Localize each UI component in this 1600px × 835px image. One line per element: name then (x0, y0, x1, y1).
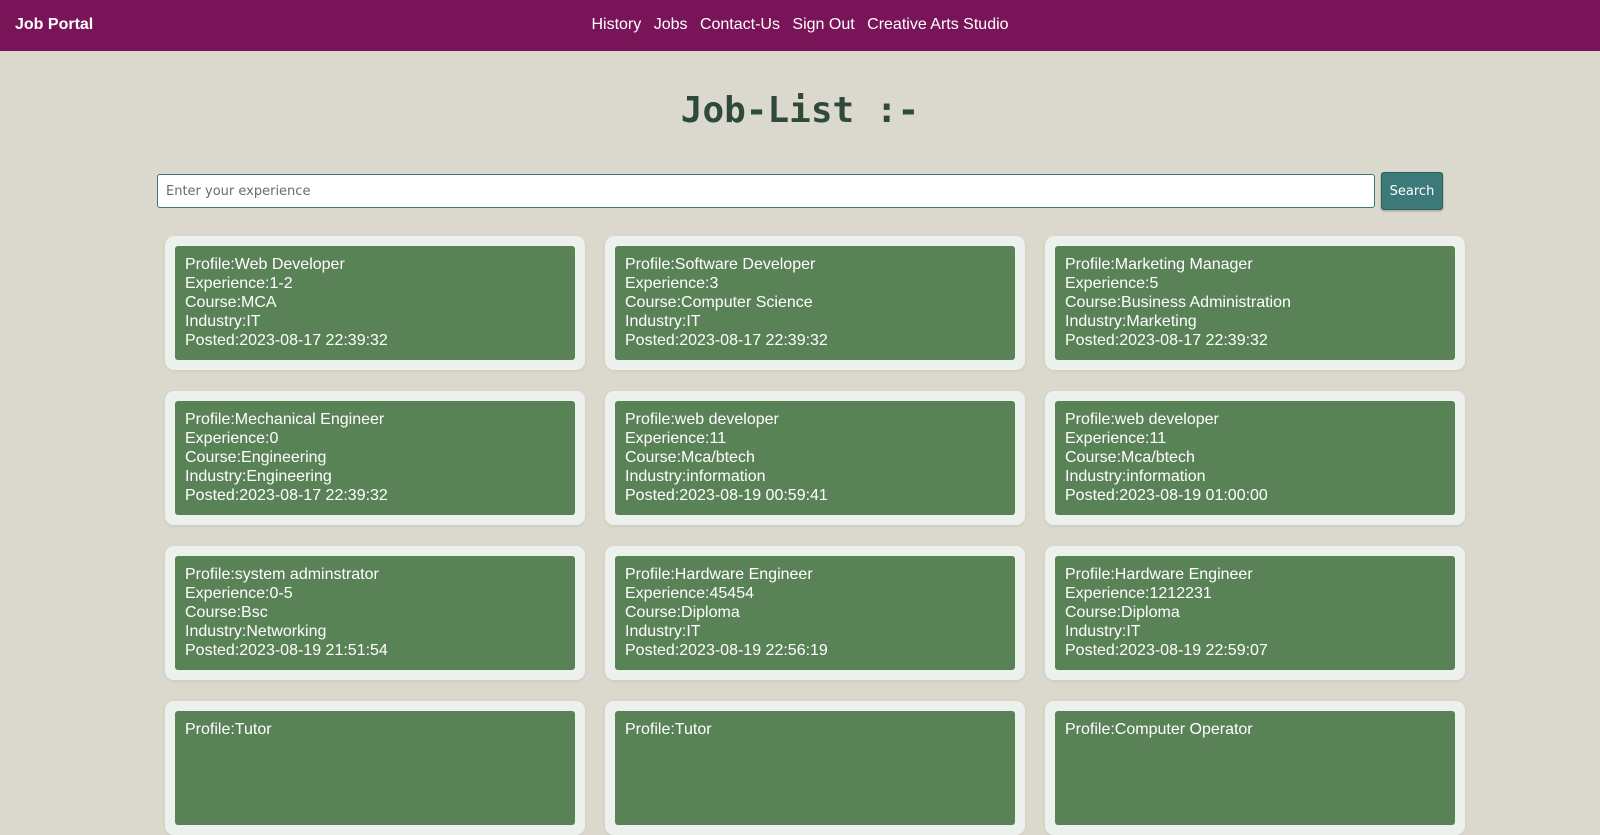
job-card[interactable]: Profile:Hardware Engineer Experience:454… (605, 546, 1025, 680)
job-course: Course:Engineering (185, 449, 327, 466)
job-posted: Posted:2023-08-17 22:39:32 (625, 332, 828, 349)
experience-search-input[interactable] (157, 174, 1375, 208)
job-posted: Posted:2023-08-17 22:39:32 (185, 332, 388, 349)
job-profile: Profile:web developer (625, 411, 779, 428)
job-card-body: Profile:system adminstrator Experience:0… (175, 556, 575, 670)
job-industry: Industry:Marketing (1065, 313, 1197, 330)
job-industry: Industry:IT (1065, 623, 1141, 640)
job-profile: Profile:Hardware Engineer (625, 566, 813, 583)
job-posted: Posted:2023-08-17 22:39:32 (1065, 332, 1268, 349)
job-card-body: Profile:Tutor (175, 711, 575, 825)
job-card-body: Profile:Hardware Engineer Experience:121… (1055, 556, 1455, 670)
job-experience: Experience:1212231 (1065, 585, 1212, 602)
job-profile: Profile:Web Developer (185, 256, 345, 273)
job-experience: Experience:45454 (625, 585, 754, 602)
job-card-body: Profile:web developer Experience:11 Cour… (615, 401, 1015, 515)
job-profile: Profile:Mechanical Engineer (185, 411, 385, 428)
job-course: Course:MCA (185, 294, 277, 311)
nav-link-contact-us[interactable]: Contact-Us (700, 16, 780, 33)
job-profile: Profile:system adminstrator (185, 566, 379, 583)
job-industry: Industry:IT (625, 623, 701, 640)
top-navbar: Job Portal History Jobs Contact-Us Sign … (0, 0, 1600, 51)
job-experience: Experience:0-5 (185, 585, 293, 602)
job-card-body: Profile:web developer Experience:11 Cour… (1055, 401, 1455, 515)
job-experience: Experience:3 (625, 275, 719, 292)
job-industry: Industry:Engineering (185, 468, 332, 485)
page-title: Job-List :- (680, 90, 920, 131)
job-card[interactable]: Profile:Web Developer Experience:1-2 Cou… (165, 236, 585, 370)
job-card[interactable]: Profile:Software Developer Experience:3 … (605, 236, 1025, 370)
job-course: Course:Diploma (625, 604, 740, 621)
job-card[interactable]: Profile:Hardware Engineer Experience:121… (1045, 546, 1465, 680)
nav-links: History Jobs Contact-Us Sign Out Creativ… (0, 16, 1600, 34)
job-card[interactable]: Profile:Marketing Manager Experience:5 C… (1045, 236, 1465, 370)
job-profile: Profile:Hardware Engineer (1065, 566, 1253, 583)
job-card-body: Profile:Computer Operator (1055, 711, 1455, 825)
job-posted: Posted:2023-08-19 21:51:54 (185, 642, 388, 659)
job-industry: Industry:information (625, 468, 766, 485)
job-course: Course:Diploma (1065, 604, 1180, 621)
job-course: Course:Bsc (185, 604, 268, 621)
job-card[interactable]: Profile:Computer Operator (1045, 701, 1465, 835)
job-profile: Profile:Tutor (625, 721, 712, 738)
job-experience: Experience:5 (1065, 275, 1159, 292)
nav-link-creative-arts-studio[interactable]: Creative Arts Studio (867, 16, 1008, 33)
job-industry: Industry:IT (185, 313, 261, 330)
job-experience: Experience:0 (185, 430, 279, 447)
job-card[interactable]: Profile:web developer Experience:11 Cour… (605, 391, 1025, 525)
nav-link-sign-out[interactable]: Sign Out (792, 16, 854, 33)
job-card-body: Profile:Mechanical Engineer Experience:0… (175, 401, 575, 515)
job-profile: Profile:Computer Operator (1065, 721, 1253, 738)
job-card[interactable]: Profile:Tutor (165, 701, 585, 835)
job-course: Course:Mca/btech (625, 449, 755, 466)
nav-link-jobs[interactable]: Jobs (654, 16, 688, 33)
nav-link-history[interactable]: History (591, 16, 641, 33)
job-industry: Industry:information (1065, 468, 1206, 485)
search-row: Search (157, 172, 1443, 210)
job-profile: Profile:Marketing Manager (1065, 256, 1253, 273)
job-industry: Industry:Networking (185, 623, 327, 640)
job-course: Course:Computer Science (625, 294, 813, 311)
job-posted: Posted:2023-08-19 22:59:07 (1065, 642, 1268, 659)
job-course: Course:Mca/btech (1065, 449, 1195, 466)
job-card-body: Profile:Web Developer Experience:1-2 Cou… (175, 246, 575, 360)
job-posted: Posted:2023-08-17 22:39:32 (185, 487, 388, 504)
job-posted: Posted:2023-08-19 22:56:19 (625, 642, 828, 659)
job-card[interactable]: Profile:web developer Experience:11 Cour… (1045, 391, 1465, 525)
search-button[interactable]: Search (1381, 172, 1443, 210)
job-card-body: Profile:Hardware Engineer Experience:454… (615, 556, 1015, 670)
job-card-body: Profile:Marketing Manager Experience:5 C… (1055, 246, 1455, 360)
job-posted: Posted:2023-08-19 01:00:00 (1065, 487, 1268, 504)
job-profile: Profile:web developer (1065, 411, 1219, 428)
job-card-body: Profile:Tutor (615, 711, 1015, 825)
job-profile: Profile:Tutor (185, 721, 272, 738)
job-card-body: Profile:Software Developer Experience:3 … (615, 246, 1015, 360)
job-experience: Experience:1-2 (185, 275, 293, 292)
job-profile: Profile:Software Developer (625, 256, 816, 273)
job-course: Course:Business Administration (1065, 294, 1291, 311)
job-experience: Experience:11 (625, 430, 727, 447)
job-posted: Posted:2023-08-19 00:59:41 (625, 487, 828, 504)
job-card[interactable]: Profile:Mechanical Engineer Experience:0… (165, 391, 585, 525)
job-card[interactable]: Profile:system adminstrator Experience:0… (165, 546, 585, 680)
job-card[interactable]: Profile:Tutor (605, 701, 1025, 835)
job-industry: Industry:IT (625, 313, 701, 330)
job-experience: Experience:11 (1065, 430, 1167, 447)
